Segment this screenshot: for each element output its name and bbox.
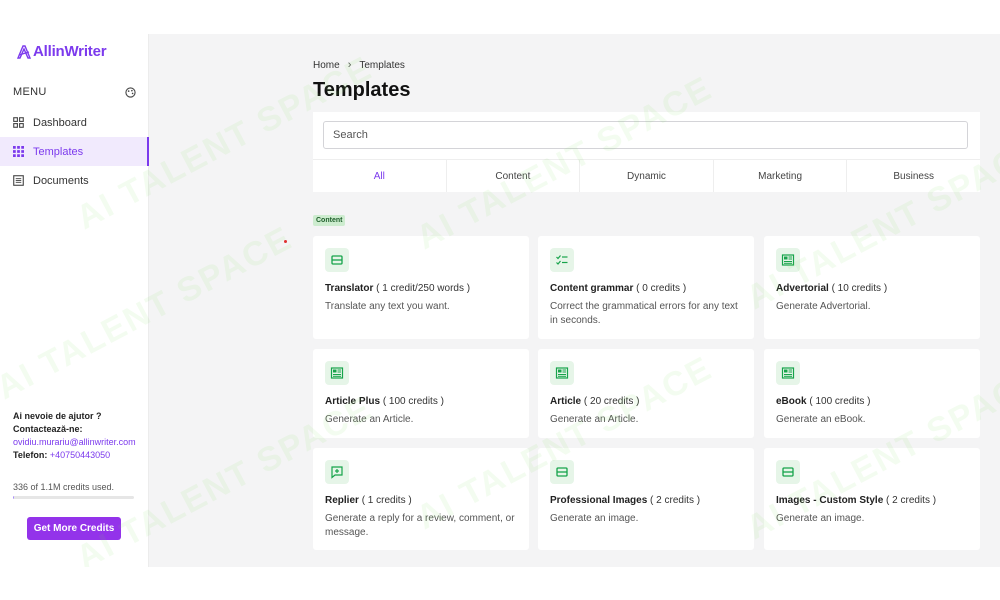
card-name: Images - Custom Style [776, 495, 884, 506]
card-name: Content grammar [550, 283, 634, 294]
tab-all[interactable]: All [313, 160, 446, 192]
phone-link[interactable]: +40750443050 [50, 450, 110, 460]
credits-progress-bar [13, 496, 134, 499]
card-description: Generate an image. [550, 513, 639, 524]
palette-icon[interactable] [125, 86, 136, 98]
search-panel [313, 112, 980, 159]
card-name: Advertorial [776, 283, 829, 294]
sidebar-nav: Dashboard Templates Documents [0, 108, 149, 195]
category-tabs: All Content Dynamic Marketing Business [313, 159, 980, 192]
card-title: Advertorial ( 10 credits ) [776, 283, 887, 294]
card-name: Article Plus [325, 396, 381, 407]
get-more-credits-button[interactable]: Get More Credits [27, 517, 121, 540]
card-name: eBook [776, 396, 807, 407]
card-credits: ( 100 credits ) [382, 396, 444, 407]
card-description: Generate an image. [776, 513, 865, 524]
template-card[interactable]: Professional Images ( 2 credits ) Generat… [538, 448, 754, 550]
credits-usage-text: 336 of 1.1M credits used. [13, 482, 115, 492]
card-credits: ( 0 credits ) [636, 283, 687, 294]
menu-label: MENU [13, 86, 47, 98]
card-description: Generate an Article. [325, 414, 414, 425]
section-badge-content: Content [313, 215, 346, 226]
help-contact: Ai nevoie de ajutor ? Contactează-ne: ov… [13, 411, 136, 460]
sidebar-item-label: Documents [33, 174, 89, 187]
template-card[interactable]: Replier ( 1 credits ) Generate a reply fo… [313, 448, 529, 550]
logo-icon [17, 44, 31, 59]
card-description: Generate an eBook. [776, 414, 866, 425]
card-title: Article ( 20 credits ) [550, 396, 639, 407]
phone-label: Telefon [13, 450, 45, 460]
card-credits: ( 100 credits ) [809, 396, 871, 407]
card-title: eBook ( 100 credits ) [776, 396, 870, 407]
card-title: Images - Custom Style ( 2 credits ) [776, 495, 936, 506]
template-card[interactable]: Images - Custom Style ( 2 credits ) Gener… [764, 448, 980, 550]
card-credits: ( 20 credits ) [583, 396, 640, 407]
dashboard-icon [13, 117, 24, 128]
sidebar-item-documents[interactable]: Documents [0, 166, 149, 195]
tab-business[interactable]: Business [846, 160, 980, 192]
template-card[interactable]: Content grammar ( 0 credits ) Correct the… [538, 236, 754, 339]
card-description: Translate any text you want. [325, 301, 450, 312]
card-name: Article [550, 396, 582, 407]
card-title: Professional Images ( 2 credits ) [550, 495, 700, 506]
list-icon [776, 460, 800, 484]
template-card[interactable]: Article ( 20 credits ) Generate an Articl… [538, 349, 754, 438]
sidebar-item-templates[interactable]: Templates [0, 137, 149, 166]
breadcrumb-current: Templates [359, 59, 405, 71]
article-icon [550, 361, 574, 385]
menu-header: MENU [13, 86, 136, 98]
card-description: Generate an Article. [550, 414, 639, 425]
card-credits: ( 1 credits ) [361, 495, 412, 506]
sidebar-item-label: Templates [33, 145, 84, 158]
card-description: Generate Advertorial. [776, 301, 871, 312]
sidebar: AllinWriter MENU Dashboard Templates Doc… [0, 34, 149, 567]
tab-content[interactable]: Content [445, 160, 580, 192]
document-icon [13, 175, 24, 186]
article-icon [776, 248, 800, 272]
sidebar-item-label: Dashboard [33, 116, 87, 129]
breadcrumb-home[interactable]: Home [313, 60, 340, 71]
template-card[interactable]: Translator ( 1 credit/250 words ) Transla… [313, 236, 529, 339]
tab-dynamic[interactable]: Dynamic [579, 160, 713, 192]
card-title: Content grammar ( 0 credits ) [550, 283, 686, 294]
card-credits: ( 2 credits ) [650, 495, 701, 506]
logo[interactable]: AllinWriter [17, 43, 107, 60]
list-icon [325, 248, 349, 272]
card-name: Translator [325, 283, 374, 294]
logo-text: AllinWriter [33, 43, 107, 60]
list-icon [550, 460, 574, 484]
template-card[interactable]: eBook ( 100 credits ) Generate an eBook. [764, 349, 980, 438]
card-credits: ( 1 credit/250 words ) [376, 283, 471, 294]
template-card[interactable]: Article Plus ( 100 credits ) Generate an … [313, 349, 529, 438]
card-description: Generate a reply for a review, comment, … [325, 513, 515, 538]
card-title: Article Plus ( 100 credits ) [325, 396, 444, 407]
stray-dot [284, 240, 287, 243]
card-title: Translator ( 1 credit/250 words ) [325, 283, 470, 294]
sidebar-item-dashboard[interactable]: Dashboard [0, 108, 149, 137]
chevron-right-icon: › [347, 59, 352, 71]
card-credits: ( 2 credits ) [886, 495, 937, 506]
card-title: Replier ( 1 credits ) [325, 495, 412, 506]
contact-email-link[interactable]: ovidiu.murariu@allinwriter.com [13, 437, 136, 447]
card-description: Correct the grammatical errors for any t… [550, 301, 738, 326]
bottom-strip [0, 567, 1000, 600]
template-card[interactable]: Advertorial ( 10 credits ) Generate Adver… [764, 236, 980, 339]
search-input[interactable] [323, 121, 968, 149]
breadcrumb: Home › Templates [313, 59, 405, 71]
card-name: Professional Images [550, 495, 648, 506]
page-title: Templates [313, 79, 411, 101]
app-window: AllinWriter MENU Dashboard Templates Doc… [0, 34, 1000, 577]
article-icon [776, 361, 800, 385]
contact-label: Contactează-ne [13, 424, 80, 434]
card-name: Replier [325, 495, 359, 506]
article-icon [325, 361, 349, 385]
help-question: Ai nevoie de ajutor ? [13, 411, 102, 421]
checklist-icon [550, 248, 574, 272]
reply-icon [325, 460, 349, 484]
tab-marketing[interactable]: Marketing [712, 160, 847, 192]
card-credits: ( 10 credits ) [831, 283, 888, 294]
grid-icon [13, 146, 24, 157]
